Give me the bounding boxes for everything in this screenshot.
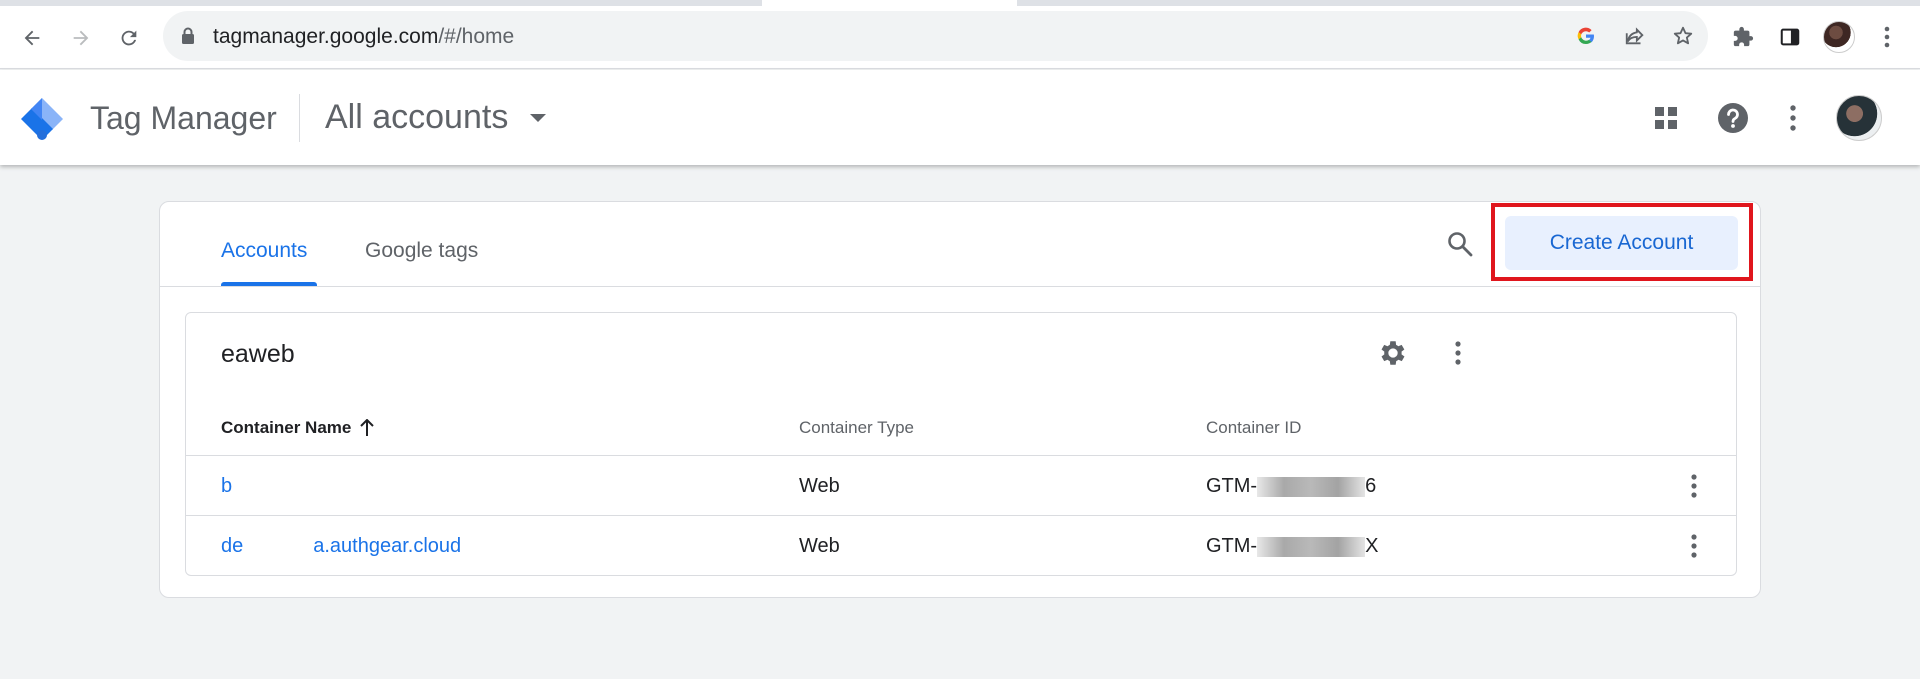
account-picker[interactable]: All accounts	[325, 98, 547, 137]
back-icon[interactable]	[14, 20, 50, 56]
account-more-vert-icon[interactable]	[1438, 333, 1478, 373]
share-icon[interactable]	[1622, 23, 1648, 49]
apps-grid-icon[interactable]	[1646, 98, 1686, 138]
container-name-link[interactable]: b	[221, 475, 232, 498]
tag-manager-logo-icon[interactable]	[18, 95, 66, 143]
container-name-link[interactable]: de a.authgear.cloud	[221, 535, 461, 558]
account-settings-gear-icon[interactable]	[1373, 333, 1413, 373]
search-icon[interactable]	[1440, 224, 1480, 264]
dropdown-arrow-icon	[530, 113, 547, 122]
help-icon[interactable]	[1713, 98, 1753, 138]
tab-accounts[interactable]: Accounts	[221, 239, 307, 263]
redacted-id-block	[1257, 476, 1366, 497]
address-bar[interactable]: tagmanager.google.com/#/home	[163, 11, 1708, 61]
column-header-container-name[interactable]: Container Name	[221, 418, 375, 438]
google-lens-icon[interactable]	[1573, 23, 1599, 49]
account-picker-label: All accounts	[325, 98, 509, 136]
table-row[interactable]: b Web GTM- 6	[186, 455, 1736, 515]
container-type: Web	[799, 475, 840, 497]
sort-ascending-icon	[360, 419, 375, 436]
tabs-row: Accounts Google tags Create Account	[160, 202, 1760, 287]
lock-icon[interactable]	[181, 27, 195, 49]
table-row[interactable]: de a.authgear.cloud Web GTM- X	[186, 515, 1736, 575]
create-account-button[interactable]: Create Account	[1505, 216, 1738, 270]
url-text: tagmanager.google.com/#/home	[213, 25, 515, 48]
app-title: Tag Manager	[90, 100, 277, 136]
column-header-label: Container Name	[221, 418, 352, 437]
reload-icon[interactable]	[111, 20, 147, 56]
container-id: GTM- 6	[1206, 475, 1377, 497]
user-avatar[interactable]	[1836, 95, 1882, 141]
row-more-vert-icon[interactable]	[1676, 528, 1712, 564]
browser-profile-avatar[interactable]	[1823, 21, 1855, 53]
browser-toolbar: tagmanager.google.com/#/home	[0, 6, 1920, 69]
app-header: Tag Manager All accounts	[0, 70, 1920, 165]
row-more-vert-icon[interactable]	[1676, 468, 1712, 504]
account-panel: eaweb Container Name Container Type Cont…	[185, 312, 1737, 576]
side-panel-icon[interactable]	[1774, 21, 1806, 53]
accounts-card: Accounts Google tags Create Account eawe…	[159, 201, 1761, 598]
tab-google-tags[interactable]: Google tags	[365, 239, 478, 263]
redacted-name-block	[243, 536, 314, 557]
bookmark-star-icon[interactable]	[1670, 23, 1696, 49]
column-header-container-type[interactable]: Container Type	[799, 418, 914, 438]
extensions-icon[interactable]	[1727, 21, 1759, 53]
account-name[interactable]: eaweb	[221, 340, 295, 369]
redacted-id-block	[1257, 536, 1366, 557]
browser-menu-icon[interactable]	[1871, 21, 1903, 53]
header-divider	[299, 94, 300, 142]
container-id: GTM- X	[1206, 535, 1379, 557]
forward-icon[interactable]	[63, 20, 99, 56]
container-type: Web	[799, 535, 840, 557]
column-header-container-id[interactable]: Container ID	[1206, 418, 1301, 438]
active-tab-indicator	[221, 282, 317, 286]
more-vert-icon[interactable]	[1773, 98, 1813, 138]
